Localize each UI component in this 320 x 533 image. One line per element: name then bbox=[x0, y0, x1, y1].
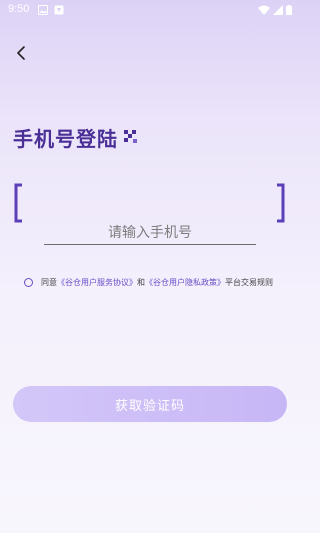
privacy-policy-link[interactable]: 《谷仓用户隐私政策》 bbox=[145, 278, 225, 287]
pixel-decoration-icon bbox=[124, 130, 137, 143]
status-time: 9:50 bbox=[8, 3, 30, 15]
gallery-notification-icon bbox=[38, 5, 48, 15]
status-bar: 9:50 bbox=[0, 0, 300, 22]
agreement-row: 同意《谷仓用户服务协议》和《谷仓用户隐私政策》平台交易规则 bbox=[24, 277, 273, 288]
user-agreement-link[interactable]: 《谷仓用户服务协议》 bbox=[57, 278, 137, 287]
back-chevron-icon[interactable] bbox=[12, 44, 30, 62]
app-notification-icon bbox=[54, 5, 64, 15]
signal-icon bbox=[273, 5, 283, 15]
title-area: 手机号登陆 bbox=[13, 124, 138, 151]
agreement-text: 同意《谷仓用户服务协议》和《谷仓用户隐私政策》平台交易规则 bbox=[41, 277, 273, 288]
wifi-icon bbox=[258, 5, 270, 15]
agreement-conjunction: 和 bbox=[137, 278, 145, 287]
page-title: 手机号登陆 bbox=[13, 126, 118, 151]
agreement-prefix: 同意 bbox=[41, 278, 57, 287]
agreement-suffix: 平台交易规则 bbox=[225, 278, 273, 287]
agreement-radio[interactable] bbox=[24, 278, 33, 287]
left-bracket-decoration bbox=[14, 183, 22, 223]
phone-input[interactable] bbox=[44, 222, 256, 245]
get-code-button[interactable]: 获取验证码 bbox=[13, 386, 287, 422]
right-bracket-decoration bbox=[277, 183, 285, 223]
battery-icon bbox=[286, 5, 292, 15]
